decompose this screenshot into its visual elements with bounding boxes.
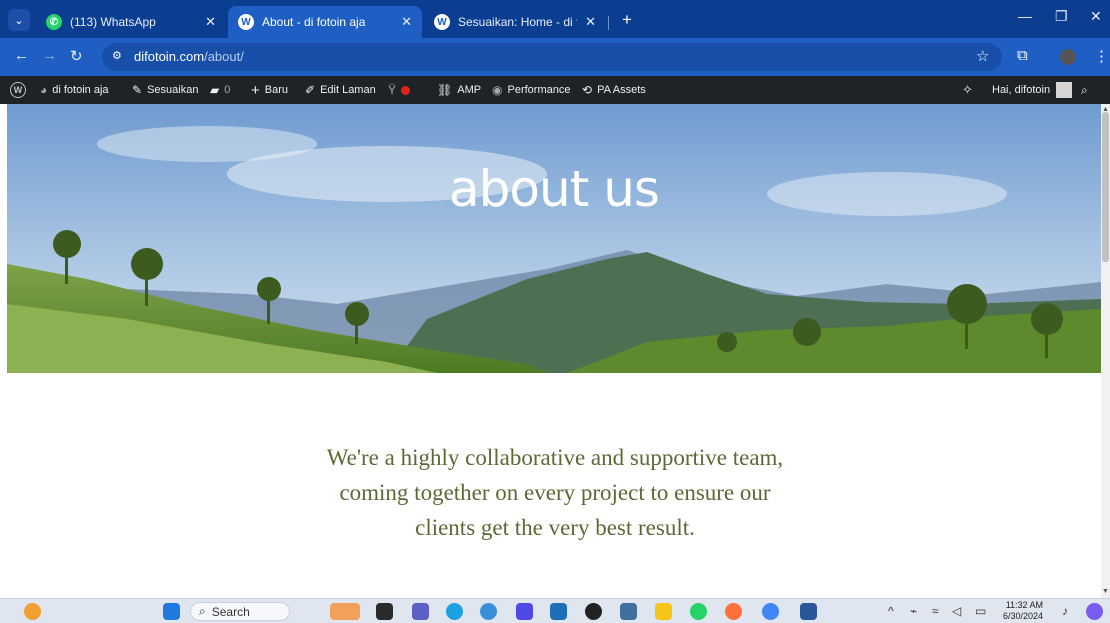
volume-icon[interactable]: ◁ [952, 604, 961, 618]
pa-assets-menu[interactable]: ⟲ PA Assets [582, 76, 646, 104]
wordpress-icon: W [10, 82, 26, 98]
site-info-icon[interactable]: ⚙ [112, 49, 128, 65]
tab-title: About - di fotoin aja [262, 15, 366, 29]
search-icon: ⌕ [199, 604, 206, 618]
browser-toolbar: ← → ↻ ⚙ difotoin.com/about/ ☆ ⧉ ⋮ [0, 38, 1110, 76]
intro-paragraph: We're a highly collaborative and support… [250, 440, 860, 545]
media-player-icon[interactable] [585, 603, 602, 620]
windows-taskbar: ⌕ Search ^ ⌁ ≈ ◁ ▭ 11:32 AM 6/30/2024 ♪ [0, 598, 1110, 623]
close-tab-icon[interactable]: ✕ [205, 14, 216, 30]
close-tab-icon[interactable]: ✕ [585, 14, 596, 30]
tab-about[interactable]: W About - di fotoin aja ✕ [228, 6, 422, 38]
new-content-menu[interactable]: + Baru [251, 76, 288, 104]
reload-icon[interactable]: ↻ [70, 47, 83, 65]
chevron-up-icon[interactable]: ^ [888, 604, 894, 618]
tab-whatsapp[interactable]: ✆ (113) WhatsApp ✕ [36, 6, 226, 38]
hero-banner: about us [7, 104, 1101, 373]
bookmark-star-icon[interactable]: ☆ [976, 47, 989, 65]
landscape-image [7, 104, 1101, 373]
weather-widget-icon[interactable] [24, 603, 41, 620]
profile-avatar[interactable] [1060, 49, 1076, 65]
notification-bell-icon[interactable]: ♪ [1062, 604, 1068, 618]
forward-icon[interactable]: → [42, 47, 57, 64]
comment-icon: ▰ [210, 83, 220, 97]
restore-icon[interactable]: ❐ [1055, 8, 1068, 25]
extensions-icon[interactable]: ⧉ [1017, 47, 1028, 64]
chrome-icon[interactable] [762, 603, 779, 620]
whatsapp-icon[interactable] [690, 603, 707, 620]
wifi-icon[interactable]: ≈ [932, 604, 939, 618]
address-bar[interactable]: ⚙ difotoin.com/about/ [102, 43, 1002, 71]
copilot-tray-icon[interactable] [1086, 603, 1103, 620]
site-name-menu[interactable]: ◕ di fotoin aja [40, 76, 109, 104]
app-icon[interactable] [516, 603, 533, 620]
comments-menu[interactable]: ▰ 0 [210, 76, 230, 104]
amp-menu[interactable]: ⛓ AMP [437, 76, 481, 104]
tab-divider [608, 16, 609, 30]
wordpress-icon: W [238, 14, 254, 30]
teams-icon[interactable] [412, 603, 429, 620]
scrollbar-thumb[interactable] [1102, 112, 1109, 262]
taskbar-search[interactable]: ⌕ Search [190, 602, 290, 621]
pencil-icon: ✐ [305, 83, 316, 97]
brush-icon: ✎ [132, 83, 143, 97]
tab-title: Sesuaikan: Home - di fotoin aja [458, 15, 577, 29]
start-icon[interactable] [163, 603, 180, 620]
copilot-icon[interactable] [480, 603, 497, 620]
url-text[interactable]: difotoin.com/about/ [134, 49, 244, 64]
wp-admin-bar: W ◕ di fotoin aja ✎ Sesuaikan ▰ 0 + Baru… [0, 76, 1110, 104]
tab-sesuaikan[interactable]: W Sesuaikan: Home - di fotoin aja ✕ [424, 6, 606, 38]
widgets-icon[interactable] [330, 603, 360, 620]
intro-line: We're a highly collaborative and support… [326, 445, 784, 470]
plus-icon: + [251, 81, 260, 99]
taskbar-clock[interactable]: 11:32 AM 6/30/2024 [1003, 600, 1043, 622]
wordpress-icon: W [434, 14, 450, 30]
browser-tab-strip: ⌄ ✆ (113) WhatsApp ✕ W About - di fotoin… [0, 0, 1110, 38]
ai-sparkle-icon[interactable]: ✧ [962, 76, 973, 104]
camera-icon[interactable] [620, 603, 637, 620]
assets-icon: ⟲ [582, 83, 593, 97]
performance-menu[interactable]: ◉ Performance [492, 76, 570, 104]
tab-title: (113) WhatsApp [70, 15, 156, 29]
link-icon: ⛓ [437, 83, 453, 97]
edit-page-menu[interactable]: ✐ Edit Laman [305, 76, 376, 104]
network-icon[interactable]: ⌁ [910, 604, 917, 618]
task-view-icon[interactable] [376, 603, 393, 620]
intro-line: clients get the very best result. [415, 515, 695, 540]
menu-icon[interactable]: ⋮ [1094, 47, 1109, 65]
page-title: about us [449, 160, 660, 218]
battery-icon[interactable]: ▭ [975, 604, 986, 618]
performance-icon: ◉ [492, 83, 503, 97]
whatsapp-icon: ✆ [46, 14, 62, 30]
tab-search-chevron-icon[interactable]: ⌄ [8, 9, 30, 31]
new-tab-icon[interactable]: + [622, 10, 632, 30]
word-icon[interactable] [800, 603, 817, 620]
close-tab-icon[interactable]: ✕ [401, 14, 412, 30]
firefox-icon[interactable] [725, 603, 742, 620]
search-icon[interactable]: ⌕ [1081, 76, 1088, 104]
minimize-icon[interactable]: — [1018, 8, 1032, 24]
wp-logo-menu[interactable]: W [10, 76, 26, 104]
intro-line: coming together on every project to ensu… [339, 480, 771, 505]
avatar [1056, 82, 1073, 98]
close-window-icon[interactable]: ✕ [1090, 8, 1102, 25]
my-account-menu[interactable]: Hai, difotoin [992, 76, 1073, 104]
file-explorer-icon[interactable] [655, 603, 672, 620]
dashboard-icon: ◕ [40, 83, 48, 97]
scroll-down-icon[interactable]: ▼ [1101, 588, 1110, 596]
yoast-icon: Ÿ [388, 83, 397, 97]
seo-status-dot [401, 85, 411, 95]
customize-menu[interactable]: ✎ Sesuaikan [132, 76, 198, 104]
edge-icon[interactable] [446, 603, 463, 620]
yoast-seo-menu[interactable]: Ÿ [388, 76, 411, 104]
back-icon[interactable]: ← [14, 47, 29, 64]
mail-icon[interactable] [550, 603, 567, 620]
